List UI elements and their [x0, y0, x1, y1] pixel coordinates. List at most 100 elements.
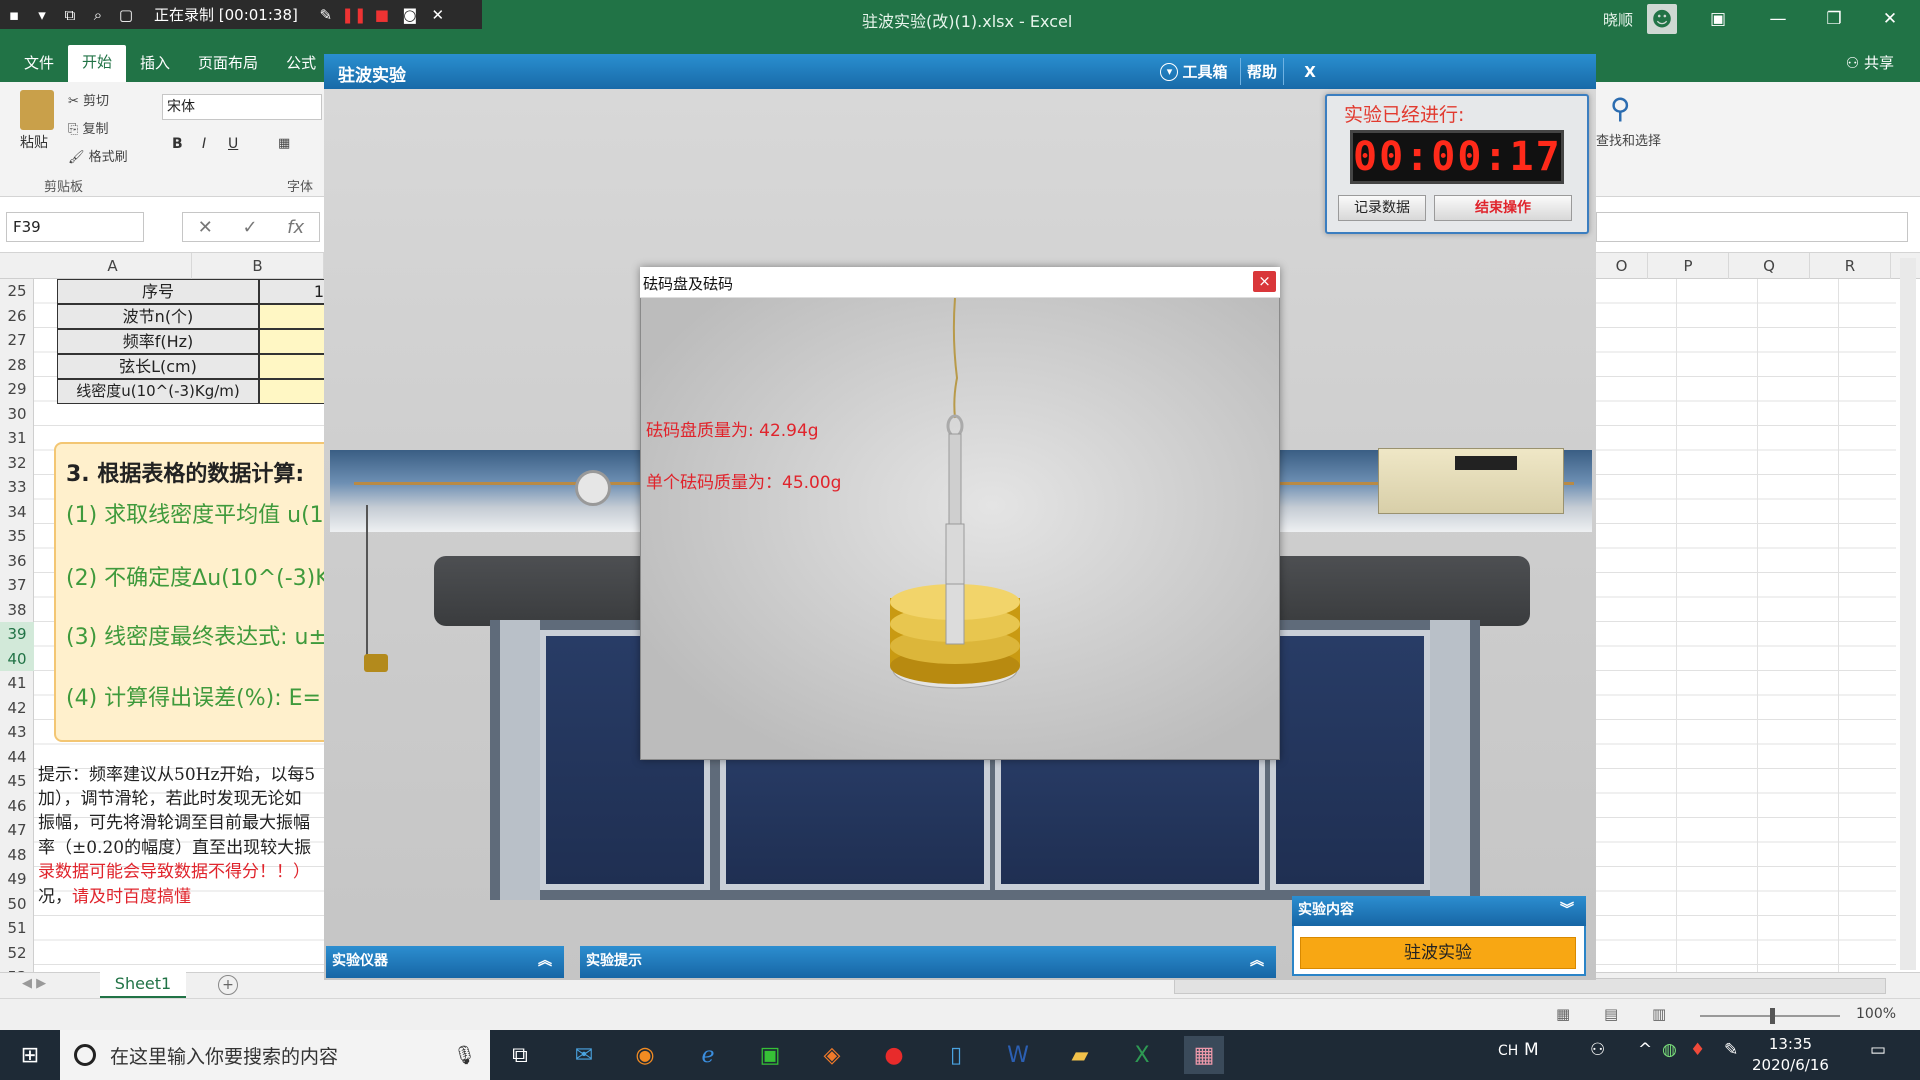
formula-input[interactable]	[1596, 212, 1908, 242]
camera-icon[interactable]: ◙	[396, 0, 424, 29]
row-header[interactable]: 42	[0, 696, 34, 721]
chevron-up-icon[interactable]: ^	[1638, 1040, 1652, 1060]
maximize-icon[interactable]: ❐	[1806, 0, 1862, 37]
tab-home[interactable]: 开始	[68, 45, 127, 82]
iqiyi-icon[interactable]: ▣	[750, 1036, 790, 1074]
vertical-scrollbar[interactable]	[1900, 258, 1916, 970]
ribbon-display-icon[interactable]: ▣	[1690, 0, 1746, 37]
insert-function-icon[interactable]: fx	[287, 217, 304, 238]
people-icon[interactable]: ⚇	[1590, 1040, 1605, 1060]
font-name-select[interactable]: 宋体	[162, 94, 322, 120]
tab-insert[interactable]: 插入	[126, 46, 184, 82]
share-button[interactable]: ⚇ 共享	[1846, 52, 1894, 73]
microphone-icon[interactable]: 🎙	[453, 1045, 476, 1066]
row-header[interactable]: 49	[0, 867, 34, 892]
row-header[interactable]: 45	[0, 769, 34, 794]
table-cell[interactable]	[259, 379, 329, 404]
task-view-icon[interactable]: ⧉	[500, 1036, 540, 1074]
table-header-cell[interactable]: 波节n(个)	[57, 304, 259, 329]
recorder-icon[interactable]: ●	[874, 1036, 914, 1074]
row-header[interactable]: 44	[0, 745, 34, 770]
horizontal-scrollbar[interactable]	[1174, 978, 1886, 994]
page-break-icon[interactable]: ▥	[1652, 1005, 1666, 1023]
tray-app-icon[interactable]: ♦	[1690, 1040, 1705, 1060]
sheet-tab-sheet1[interactable]: Sheet1	[100, 972, 186, 998]
tab-file[interactable]: 文件	[10, 46, 68, 82]
column-header-a[interactable]: A	[34, 253, 192, 279]
table-header-cell[interactable]: 线密度u(10^(-3)Kg/m)	[57, 379, 259, 404]
row-header[interactable]: 29	[0, 377, 34, 402]
underline-button[interactable]: U	[228, 136, 238, 152]
table-header-cell[interactable]: 弦长L(cm)	[57, 354, 259, 379]
paste-icon[interactable]	[20, 90, 54, 130]
sheet-nav-icon[interactable]: ◀ ▶	[22, 976, 46, 991]
table-cell[interactable]	[259, 354, 329, 379]
row-header[interactable]: 33	[0, 475, 34, 500]
table-header-cell[interactable]: 序号	[57, 279, 259, 304]
pen-icon[interactable]: ✎	[312, 0, 340, 29]
row-header[interactable]: 35	[0, 524, 34, 549]
avatar[interactable]: ☻	[1647, 4, 1677, 34]
column-header-b[interactable]: B	[192, 253, 324, 279]
column-header-q[interactable]: Q	[1729, 253, 1810, 279]
column-header-r[interactable]: R	[1810, 253, 1891, 279]
cancel-icon[interactable]: ✕	[198, 217, 213, 238]
excel-icon[interactable]: X	[1122, 1036, 1162, 1074]
content-panel-header[interactable]: 实验内容 ︾	[1292, 896, 1586, 926]
row-header[interactable]: 48	[0, 843, 34, 868]
dropdown-icon[interactable]: ▾	[28, 0, 56, 29]
pause-icon[interactable]: ❚❚	[340, 0, 368, 29]
row-header-selected[interactable]: 39	[0, 622, 34, 647]
table-cell[interactable]: 1	[259, 279, 329, 304]
row-header[interactable]: 43	[0, 720, 34, 745]
table-cell[interactable]	[259, 329, 329, 354]
confirm-icon[interactable]: ✓	[242, 217, 257, 238]
taskbar-search[interactable]: 在这里输入你要搜索的内容 🎙	[60, 1030, 490, 1080]
standing-wave-button[interactable]: 驻波实验	[1300, 937, 1576, 969]
grid-cells-right[interactable]	[1596, 279, 1896, 979]
region-icon[interactable]: ▢	[112, 0, 140, 29]
table-header-cell[interactable]: 频率f(Hz)	[57, 329, 259, 354]
file-explorer-icon[interactable]: ▰	[1060, 1036, 1100, 1074]
tab-page-layout[interactable]: 页面布局	[184, 46, 272, 82]
pen-workspace-icon[interactable]: ✎	[1724, 1040, 1738, 1060]
table-cell[interactable]	[259, 304, 329, 329]
row-header[interactable]: 46	[0, 794, 34, 819]
column-header-p[interactable]: P	[1648, 253, 1729, 279]
help-button[interactable]: 帮助	[1240, 58, 1284, 85]
restore-icon[interactable]: ⧉	[56, 0, 84, 29]
mail-icon[interactable]: ✉	[564, 1036, 604, 1074]
save-icon[interactable]: ▪	[0, 0, 28, 29]
ime-indicator[interactable]: CH	[1498, 1043, 1518, 1059]
row-header[interactable]: 37	[0, 573, 34, 598]
row-header[interactable]: 28	[0, 353, 34, 378]
copy-button[interactable]: ⎘ 复制	[68, 118, 109, 137]
row-header[interactable]: 26	[0, 304, 34, 329]
italic-button[interactable]: I	[202, 136, 206, 152]
format-painter-button[interactable]: 🖌 格式刷	[68, 146, 128, 165]
normal-view-icon[interactable]: ▦	[1556, 1005, 1570, 1023]
column-header-o[interactable]: O	[1596, 253, 1648, 279]
stop-icon[interactable]: ■	[368, 0, 396, 29]
row-header[interactable]: 52	[0, 941, 34, 966]
zoom-slider-thumb[interactable]	[1770, 1008, 1775, 1024]
close-icon[interactable]: ✕	[424, 0, 452, 29]
row-header[interactable]: 30	[0, 402, 34, 427]
zoom-icon[interactable]: ⌕	[84, 0, 112, 29]
taskbar-clock[interactable]: 13:35 2020/6/16	[1752, 1034, 1829, 1076]
cut-button[interactable]: ✂ 剪切	[68, 90, 109, 109]
bold-button[interactable]: B	[172, 136, 183, 152]
row-header-selected[interactable]: 40	[0, 646, 34, 671]
row-header[interactable]: 41	[0, 671, 34, 696]
row-header[interactable]: 31	[0, 426, 34, 451]
border-icon[interactable]: ▦	[278, 136, 290, 151]
record-data-button[interactable]: 记录数据	[1338, 195, 1426, 221]
edge-icon[interactable]: ℯ	[688, 1036, 728, 1074]
tab-formulas[interactable]: 公式	[272, 46, 330, 82]
phone-icon[interactable]: ▯	[936, 1036, 976, 1074]
row-header[interactable]: 50	[0, 892, 34, 917]
find-select-button[interactable]: 查找和选择	[1596, 130, 1661, 149]
dialog-close-button[interactable]: ×	[1253, 271, 1276, 292]
wechat-icon[interactable]: ◍	[1662, 1040, 1677, 1060]
paste-button[interactable]: 粘贴	[20, 132, 48, 152]
